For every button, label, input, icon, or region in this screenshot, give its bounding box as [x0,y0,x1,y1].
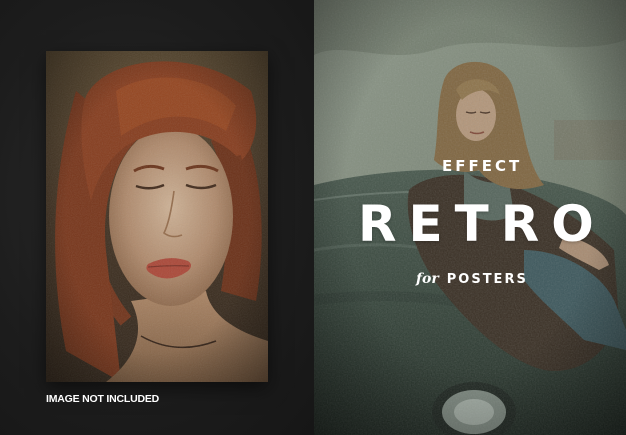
woman-on-car-illustration [314,0,626,435]
portrait-photo [46,51,268,382]
image-not-included-note: IMAGE NOT INCLUDED [46,393,160,405]
portrait-illustration [46,51,268,382]
poster-mockup: IMAGE NOT INCLUDED EFFECT RETRO for POST… [0,0,626,435]
left-panel: IMAGE NOT INCLUDED [0,0,314,435]
retro-photo-panel [314,0,626,435]
